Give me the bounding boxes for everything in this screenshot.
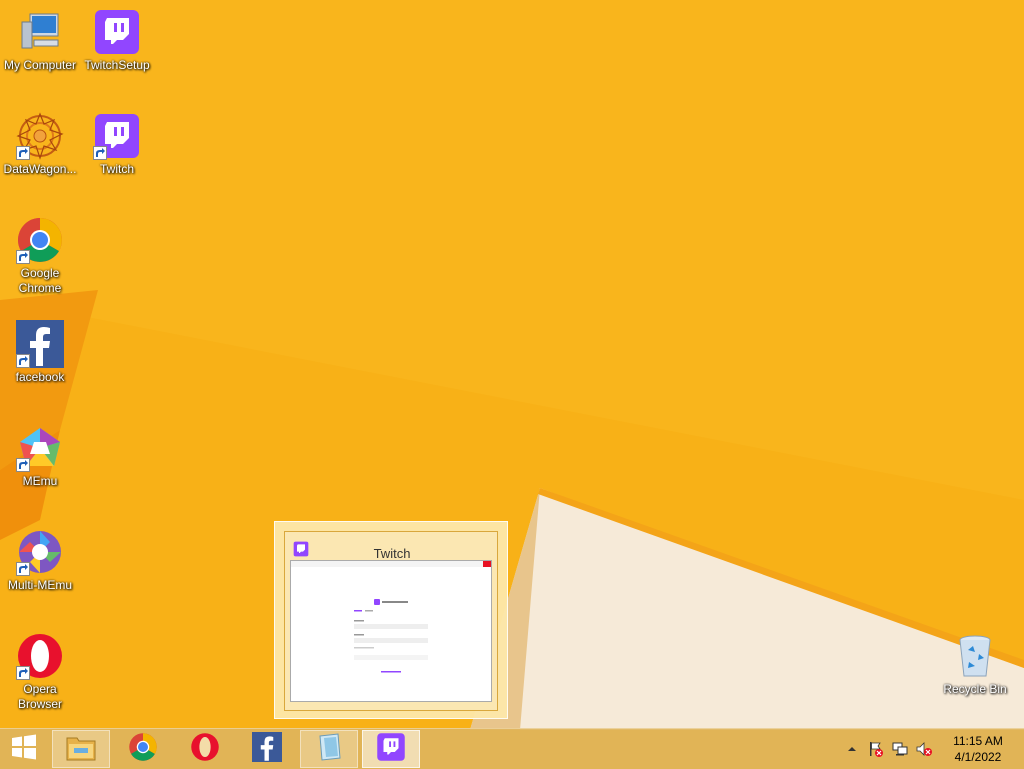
desktop-icon-label: TwitchSetup: [84, 58, 150, 72]
desktop-icon-label: Opera Browser: [17, 682, 62, 711]
recycle-bin-icon: [951, 632, 999, 680]
twitch-icon: [93, 112, 141, 160]
desktop-icon-label: My Computer: [3, 58, 77, 72]
show-hidden-icons-chevron-icon[interactable]: [844, 741, 860, 757]
taskbar-chrome-button[interactable]: [114, 730, 172, 768]
desktop-icon-label: Twitch: [99, 162, 134, 176]
taskbar: 11:15 AM 4/1/2022: [0, 728, 1024, 769]
taskbar-notepad-button[interactable]: [300, 730, 358, 768]
multi-memu-icon: [16, 528, 64, 576]
start-button[interactable]: [0, 730, 48, 768]
twitch-icon: [376, 732, 406, 767]
desktop-icon-label: facebook: [15, 370, 65, 384]
notepad-icon: [314, 732, 344, 767]
thumbnail-title: Twitch: [373, 546, 411, 561]
desktop-icon-label: Recycle Bin: [943, 682, 1007, 696]
chrome-icon: [128, 732, 158, 767]
taskbar-twitch-button[interactable]: [362, 730, 420, 768]
desktop-icon-label: DataWagon...: [3, 162, 77, 176]
desktop-icon-twitchsetup[interactable]: TwitchSetup: [77, 8, 157, 73]
computer-icon: [16, 8, 64, 56]
datawagon-icon: [16, 112, 64, 160]
system-tray: 11:15 AM 4/1/2022: [844, 729, 1024, 769]
taskbar-facebook-button[interactable]: [238, 730, 296, 768]
twitch-icon: [93, 8, 141, 56]
shortcut-arrow-icon: [93, 146, 107, 160]
clock-time: 11:15 AM: [953, 734, 1003, 748]
desktop-icon-datawagon[interactable]: DataWagon...: [0, 112, 80, 177]
taskbar-clock[interactable]: 11:15 AM 4/1/2022: [946, 733, 1010, 765]
desktop-icon-recycle-bin[interactable]: Recycle Bin: [935, 632, 1015, 697]
facebook-icon: [16, 320, 64, 368]
desktop-icon-opera-browser[interactable]: Opera Browser: [0, 632, 80, 712]
desktop-icon-label: Google Chrome: [18, 266, 62, 295]
memu-icon: [16, 424, 64, 472]
taskbar-opera-button[interactable]: [176, 730, 234, 768]
desktop-icon-facebook[interactable]: facebook: [0, 320, 80, 385]
shortcut-arrow-icon: [16, 250, 30, 264]
desktop-icon-my-computer[interactable]: My Computer: [0, 8, 80, 73]
chrome-icon: [16, 216, 64, 264]
shortcut-arrow-icon: [16, 562, 30, 576]
desktop-icon-label: MEmu: [22, 474, 58, 488]
desktop-icon-multi-memu[interactable]: Multi-MEmu: [0, 528, 80, 593]
windows-logo-icon: [11, 734, 37, 765]
shortcut-arrow-icon: [16, 458, 30, 472]
shortcut-arrow-icon: [16, 354, 30, 368]
facebook-icon: [252, 731, 282, 767]
opera-icon: [16, 632, 64, 680]
taskbar-thumbnail-preview[interactable]: Twitch: [274, 521, 508, 719]
desktop-icon-twitch[interactable]: Twitch: [77, 112, 157, 177]
desktop-icon-google-chrome[interactable]: Google Chrome: [0, 216, 80, 296]
shortcut-arrow-icon: [16, 666, 30, 680]
action-center-flag-icon[interactable]: [868, 741, 884, 757]
clock-date: 4/1/2022: [954, 750, 1002, 764]
file-explorer-icon: [65, 732, 97, 767]
network-icon[interactable]: [892, 741, 908, 757]
thumbnail-window-image: [290, 560, 492, 702]
desktop-icon-memu[interactable]: MEmu: [0, 424, 80, 489]
thumbnail-frame: Twitch: [284, 531, 498, 711]
opera-icon: [190, 732, 220, 767]
volume-muted-icon[interactable]: [916, 741, 932, 757]
taskbar-file-explorer-button[interactable]: [52, 730, 110, 768]
desktop-icon-label: Multi-MEmu: [7, 578, 72, 592]
shortcut-arrow-icon: [16, 146, 30, 160]
